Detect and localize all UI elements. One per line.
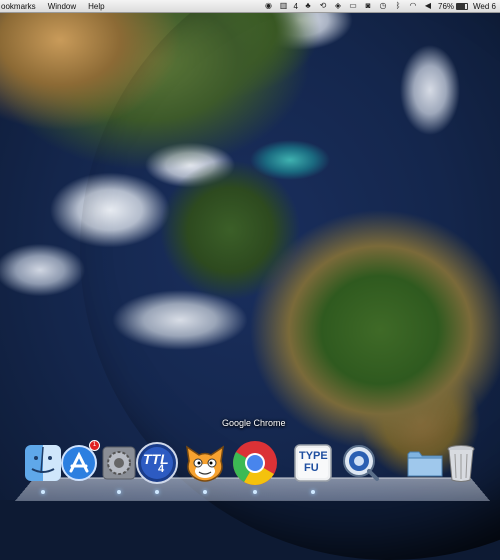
volume-icon[interactable]: ◀ xyxy=(423,2,433,10)
scratch-running-indicator xyxy=(203,490,207,494)
system-preferences-running-indicator xyxy=(117,490,121,494)
menu-window[interactable]: Window xyxy=(47,2,77,11)
dock: 1 TTL 4 TYPE FU xyxy=(20,440,490,498)
finder-running-indicator xyxy=(41,490,45,494)
sync-icon[interactable]: ⟲ xyxy=(318,2,328,10)
battery-percent: 76% xyxy=(438,1,455,11)
dock-item-type-fu[interactable]: TYPE FU xyxy=(290,440,336,494)
ttl4-label: TTL xyxy=(143,451,169,467)
battery-icon xyxy=(456,2,469,10)
wifi-icon[interactable]: ◠ xyxy=(408,2,418,10)
time-machine-icon[interactable]: ◷ xyxy=(378,2,388,10)
menu-bookmarks[interactable]: ookmarks xyxy=(0,2,37,11)
record-icon[interactable]: ◉ xyxy=(264,2,274,10)
dock-item-ttl4[interactable]: TTL 4 xyxy=(134,440,180,494)
evernote-icon[interactable]: ♣ xyxy=(303,2,313,10)
type-fu-running-indicator xyxy=(311,490,315,494)
chrome-icon xyxy=(233,441,277,485)
type-fu-line1: TYPE xyxy=(299,450,328,462)
type-fu-line2: FU xyxy=(304,462,319,474)
scratch-cat-icon xyxy=(186,445,224,482)
screen-count: 4 xyxy=(293,1,298,11)
quicktime-icon xyxy=(343,445,379,481)
dock-item-trash[interactable] xyxy=(438,440,484,486)
display-icon[interactable]: ▭ xyxy=(348,2,358,10)
dropbox-icon[interactable]: ◈ xyxy=(333,2,343,10)
dock-item-google-chrome[interactable] xyxy=(232,440,278,494)
system-preferences-icon xyxy=(102,446,136,480)
trash-icon xyxy=(447,445,475,482)
battery-status[interactable]: 76% xyxy=(438,1,469,11)
dock-item-scratch[interactable] xyxy=(182,440,228,494)
bluetooth-icon[interactable]: ᛒ xyxy=(393,2,403,10)
screen-icon[interactable]: ▥ xyxy=(279,2,289,10)
menu-help[interactable]: Help xyxy=(87,2,105,11)
clock[interactable]: Wed 6 xyxy=(473,2,496,11)
dock-tooltip: Google Chrome xyxy=(222,418,286,428)
menu-bar: ookmarks Window Help ◉ ▥ 4 ♣ ⟲ ◈ ▭ ◙ ◷ ᛒ… xyxy=(0,0,500,13)
chrome-running-indicator xyxy=(253,490,257,494)
dock-item-quicktime[interactable] xyxy=(338,440,384,486)
ttl4-sublabel: 4 xyxy=(158,463,165,475)
battery-fill xyxy=(457,3,465,9)
ttl4-running-indicator xyxy=(155,490,159,494)
camera-icon[interactable]: ◙ xyxy=(363,2,373,10)
